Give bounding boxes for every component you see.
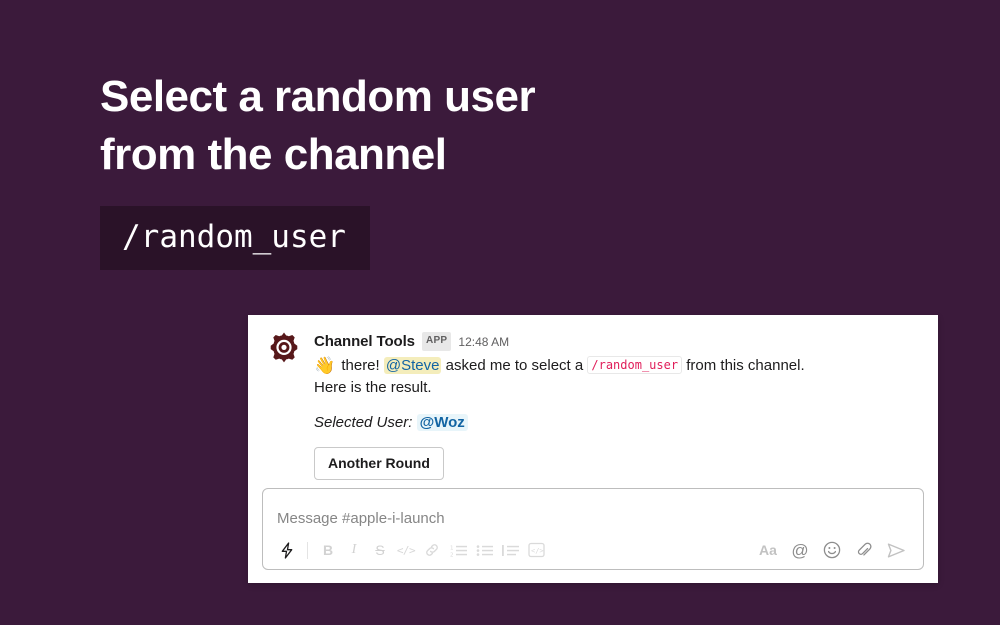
strikethrough-label: S	[375, 542, 385, 558]
bulleted-list-icon[interactable]	[471, 538, 497, 562]
message-composer: B I S </> 1 2	[262, 488, 924, 570]
mention-steve[interactable]: @Steve	[383, 357, 442, 374]
message-text-part-2: asked me to select a	[441, 357, 588, 374]
another-round-button[interactable]: Another Round	[314, 447, 444, 480]
message-text-part-3: from this channel.	[682, 357, 805, 374]
italic-label: I	[351, 542, 357, 557]
message-input[interactable]	[263, 489, 923, 535]
inline-code-label: </>	[396, 543, 416, 557]
italic-icon[interactable]: I	[341, 538, 367, 562]
mention-label: @	[791, 540, 809, 560]
message-timestamp[interactable]: 12:48 AM	[458, 334, 509, 350]
app-badge: APP	[421, 332, 452, 351]
page-title: Select a random user from the channel	[100, 72, 536, 179]
bold-label: B	[322, 542, 334, 558]
svg-text:1: 1	[450, 545, 454, 551]
slash-command-badge: /random_user	[100, 206, 370, 270]
composer-toolbar-right: Aa @	[752, 538, 912, 562]
selected-user-line: Selected User: @Woz	[314, 413, 920, 433]
selected-user-mention[interactable]: @Woz	[416, 414, 468, 431]
attachment-icon[interactable]	[848, 538, 880, 562]
lightning-bolt-icon[interactable]	[274, 538, 300, 562]
emoji-icon[interactable]	[816, 538, 848, 562]
inline-code-icon[interactable]: </>	[393, 538, 419, 562]
toolbar-divider	[307, 541, 308, 559]
blockquote-icon[interactable]	[497, 538, 523, 562]
gear-icon	[267, 332, 301, 371]
message-text-line-2: Here is the result.	[314, 379, 432, 396]
mention-icon[interactable]: @	[784, 538, 816, 562]
composer-toolbar: B I S </> 1 2 </> Aa @	[263, 535, 923, 569]
svg-text:</>: </>	[531, 547, 544, 555]
slash-command-text: /random_user	[122, 219, 346, 255]
message-header: Channel Tools APP 12:48 AM	[314, 332, 920, 351]
link-icon[interactable]	[419, 538, 445, 562]
formatting-icon[interactable]: Aa	[752, 538, 784, 562]
selected-user-label: Selected User:	[314, 414, 413, 431]
formatting-label: Aa	[759, 542, 777, 558]
composer-toolbar-left: B I S </> 1 2 </>	[274, 538, 549, 562]
svg-text:2: 2	[450, 552, 454, 558]
inline-code-command: /random_user	[587, 356, 683, 374]
wave-emoji: 👋	[314, 356, 336, 375]
avatar	[266, 332, 302, 371]
slack-message-card: Channel Tools APP 12:48 AM 👋 there! @Ste…	[248, 315, 938, 583]
message-text: 👋 there! @Steve asked me to select a /ra…	[314, 354, 920, 399]
message-text-part-1: there!	[337, 357, 384, 374]
strikethrough-icon[interactable]: S	[367, 538, 393, 562]
send-icon[interactable]	[880, 538, 912, 562]
code-block-icon[interactable]: </>	[523, 538, 549, 562]
message-block: Channel Tools APP 12:48 AM 👋 there! @Ste…	[248, 315, 938, 488]
hero-section: Select a random user from the channel	[100, 68, 740, 184]
message-body: Channel Tools APP 12:48 AM 👋 there! @Ste…	[314, 331, 920, 480]
sender-name[interactable]: Channel Tools	[314, 333, 415, 350]
ordered-list-icon[interactable]: 1 2	[445, 538, 471, 562]
bold-icon[interactable]: B	[315, 538, 341, 562]
